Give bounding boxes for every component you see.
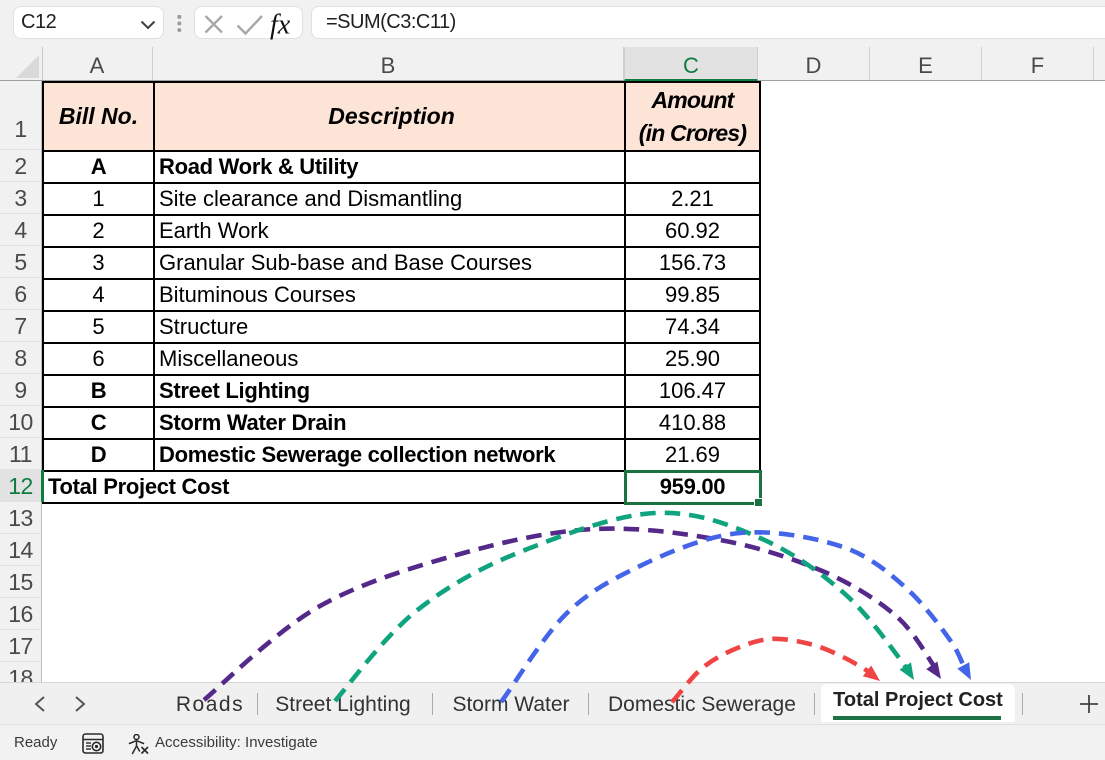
svg-text:fx: fx (270, 10, 291, 41)
